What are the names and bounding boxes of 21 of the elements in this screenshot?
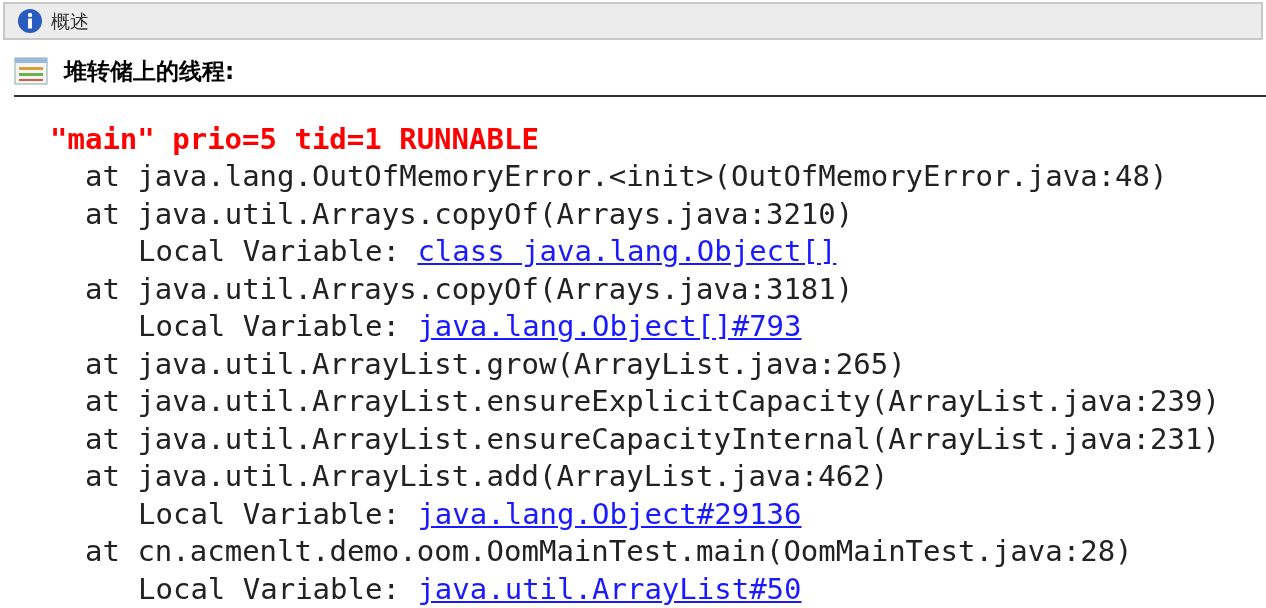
- local-variable-link[interactable]: java.lang.Object#29136: [417, 495, 802, 533]
- info-icon: [17, 8, 43, 34]
- local-variable-label: Local Variable:: [138, 233, 400, 270]
- local-variable-link[interactable]: java.util.ArrayList#50: [417, 570, 802, 608]
- stack-frame: at java.util.ArrayList.add(ArrayList.java:462): [85, 459, 889, 493]
- stack-frame: at java.lang.OutOfMemoryError.<init>(OutOfMemoryError.java:48): [85, 159, 1168, 193]
- stack-frame: at java.util.Arrays.copyOf(Arrays.java:3210): [85, 196, 854, 231]
- local-variable-label: Local Variable:: [138, 495, 400, 533]
- thread-header: "main" prio=5 tid=1 RUNNABLE: [50, 120, 539, 158]
- stack-frame: at java.util.ArrayList.grow(ArrayList.java:265): [85, 346, 906, 381]
- stack-frame: at java.util.ArrayList.ensureExplicitCapacity(ArrayList.java:239): [85, 384, 1220, 418]
- local-variable-label: Local Variable:: [138, 308, 400, 345]
- local-variable-link[interactable]: class java.lang.Object[]: [417, 233, 837, 271]
- stack-frame: at java.util.ArrayList.ensureCapacityInternal(ArrayList.java:231): [85, 421, 1220, 456]
- overview-title: 概述: [51, 8, 89, 34]
- stack-frame: at java.util.Arrays.copyOf(Arrays.java:3181): [85, 271, 854, 306]
- stack-frame: at cn.acmenlt.demo.oom.OomMainTest.main(OomMainTest.java:28): [85, 534, 1133, 568]
- local-variable-link[interactable]: java.lang.Object[]#793: [417, 308, 802, 346]
- section-title: 堆转储上的线程:: [64, 57, 235, 86]
- local-variable-label: Local Variable:: [138, 570, 400, 608]
- list-icon: [14, 57, 48, 86]
